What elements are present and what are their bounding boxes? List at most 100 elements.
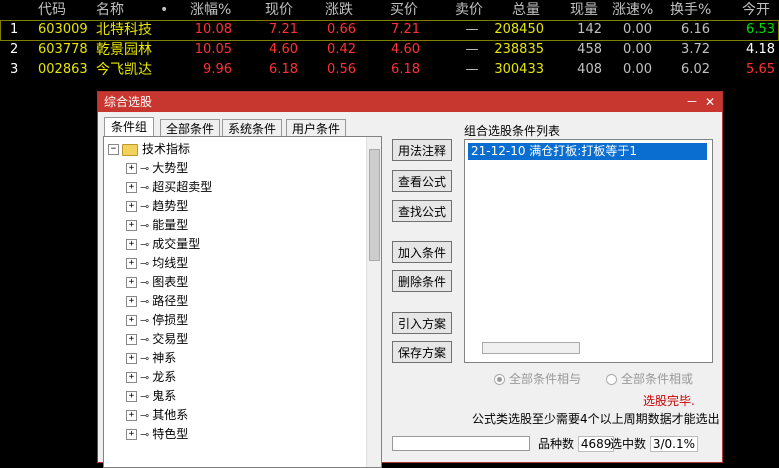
tab-condition-group[interactable]: 条件组 (104, 117, 154, 138)
stock-code: 603009 (38, 22, 88, 37)
price: 6.18 (269, 62, 298, 77)
stock-code: 002863 (38, 62, 88, 77)
col-header-ask[interactable]: 卖价 (455, 0, 483, 20)
tree-node[interactable]: + ⊸ 鬼系 (126, 387, 176, 406)
col-header-price[interactable]: 现价 (265, 0, 293, 20)
tree-node[interactable]: + ⊸ 神系 (126, 349, 176, 368)
expand-icon[interactable]: + (126, 315, 137, 326)
col-header-code[interactable]: 代码 (38, 0, 66, 20)
table-row[interactable]: 1 603009 北特科技 10.08 7.21 0.66 7.21 — 208… (0, 20, 779, 40)
col-header-open[interactable]: 今开 (742, 0, 770, 20)
radio-label: 全部条件相或 (621, 372, 694, 386)
change: 0.56 (327, 62, 356, 77)
key-icon: ⊸ (140, 314, 150, 327)
col-header-change[interactable]: 涨跌 (325, 0, 353, 20)
speed: 0.00 (623, 42, 652, 57)
key-icon: ⊸ (140, 219, 150, 232)
expand-icon[interactable]: + (126, 429, 137, 440)
tree-node[interactable]: + ⊸ 停损型 (126, 311, 188, 330)
key-icon: ⊸ (140, 390, 150, 403)
expand-icon[interactable]: + (126, 410, 137, 421)
condition-listbox[interactable]: 21-12-10 满仓打板:打板等于1 (464, 139, 713, 363)
col-header-turnover[interactable]: 换手% (670, 0, 711, 20)
expand-icon[interactable]: + (126, 334, 137, 345)
tree-node[interactable]: + ⊸ 交易型 (126, 330, 188, 349)
col-header-cur-vol[interactable]: 现量 (570, 0, 598, 20)
key-icon: ⊸ (140, 276, 150, 289)
radio-all-or[interactable]: 全部条件相或 (606, 370, 693, 387)
expand-icon[interactable]: + (126, 372, 137, 383)
close-icon[interactable]: ✕ (702, 92, 718, 112)
col-header-dot[interactable]: • (160, 0, 168, 20)
find-formula-button[interactable]: 查找公式 (392, 200, 452, 222)
key-icon: ⊸ (140, 257, 150, 270)
tree-node[interactable]: + ⊸ 其他系 (126, 406, 188, 425)
tree-node-label: 大势型 (152, 161, 189, 175)
condition-tree[interactable]: − 技术指标 + ⊸ 大势型 + ⊸ 超买超卖型 + ⊸ 趋势型 + ⊸ 能量型 + ⊸ 成交量型 +… (103, 136, 382, 468)
total-count: 品种数 4689 (538, 435, 615, 452)
tree-node[interactable]: + ⊸ 超买超卖型 (126, 178, 212, 197)
tree-node-label: 能量型 (152, 218, 189, 232)
expand-icon[interactable]: + (126, 353, 137, 364)
tree-node[interactable]: + ⊸ 均线型 (126, 254, 188, 273)
expand-icon[interactable]: + (126, 163, 137, 174)
collapse-icon[interactable]: − (108, 144, 119, 155)
key-icon: ⊸ (140, 428, 150, 441)
row-index: 1 (10, 22, 19, 37)
dialog-title: 综合选股 (104, 95, 153, 109)
add-condition-button[interactable]: 加入条件 (392, 241, 452, 263)
key-icon: ⊸ (140, 409, 150, 422)
expand-icon[interactable]: + (126, 391, 137, 402)
tree-node[interactable]: + ⊸ 图表型 (126, 273, 188, 292)
volume: 300433 (494, 62, 544, 77)
volume: 238835 (494, 42, 544, 57)
volume: 208450 (494, 22, 544, 37)
usage-notes-button[interactable]: 用法注释 (392, 139, 452, 161)
col-header-pct[interactable]: 涨幅% (190, 0, 231, 20)
tree-node-label: 交易型 (152, 332, 189, 346)
tree-scrollbar[interactable] (366, 137, 381, 467)
tree-node[interactable]: + ⊸ 成交量型 (126, 235, 200, 254)
radio-checked-icon (494, 374, 505, 385)
tree-node[interactable]: + ⊸ 大势型 (126, 159, 188, 178)
expand-icon[interactable]: + (126, 277, 137, 288)
open-price: 5.65 (746, 62, 775, 77)
key-icon: ⊸ (140, 333, 150, 346)
speed: 0.00 (623, 62, 652, 77)
expand-icon[interactable]: + (126, 201, 137, 212)
tree-node[interactable]: + ⊸ 路径型 (126, 292, 188, 311)
radio-all-and[interactable]: 全部条件相与 (494, 370, 581, 387)
radio-unchecked-icon (606, 374, 617, 385)
tree-scrollbar-thumb[interactable] (369, 149, 380, 261)
formula-data-note: 公式类选股至少需要4个以上周期数据才能选出 (472, 412, 720, 426)
col-header-bid[interactable]: 买价 (390, 0, 418, 20)
save-plan-button[interactable]: 保存方案 (392, 341, 452, 363)
minimize-icon[interactable]: － (684, 92, 700, 112)
tree-node[interactable]: + ⊸ 特色型 (126, 425, 188, 444)
tree-node-root[interactable]: − 技术指标 (108, 140, 190, 159)
ask: — (465, 42, 479, 57)
tree-node-label: 其他系 (152, 408, 189, 422)
list-hscrollbar[interactable] (482, 342, 580, 354)
import-plan-button[interactable]: 引入方案 (392, 312, 452, 334)
expand-icon[interactable]: + (126, 258, 137, 269)
list-item[interactable]: 21-12-10 满仓打板:打板等于1 (468, 143, 707, 160)
expand-icon[interactable]: + (126, 182, 137, 193)
tree-node[interactable]: + ⊸ 龙系 (126, 368, 176, 387)
expand-icon[interactable]: + (126, 239, 137, 250)
table-row[interactable]: 3 002863 今飞凯达 9.96 6.18 0.56 6.18 — 3004… (0, 60, 779, 80)
selected-count-label: 选中数 (610, 437, 647, 451)
col-header-volume[interactable]: 总量 (512, 0, 540, 20)
view-formula-button[interactable]: 查看公式 (392, 170, 452, 192)
col-header-speed[interactable]: 涨速% (612, 0, 653, 20)
key-icon: ⊸ (140, 181, 150, 194)
tree-node-label: 超买超卖型 (152, 180, 213, 194)
tree-node[interactable]: + ⊸ 能量型 (126, 216, 188, 235)
dialog-titlebar[interactable]: 综合选股 － ✕ (98, 92, 722, 112)
table-row[interactable]: 2 603778 乾景园林 10.05 4.60 0.42 4.60 — 238… (0, 40, 779, 60)
col-header-name[interactable]: 名称 (96, 0, 124, 20)
expand-icon[interactable]: + (126, 220, 137, 231)
expand-icon[interactable]: + (126, 296, 137, 307)
tree-node[interactable]: + ⊸ 趋势型 (126, 197, 188, 216)
delete-condition-button[interactable]: 删除条件 (392, 270, 452, 292)
